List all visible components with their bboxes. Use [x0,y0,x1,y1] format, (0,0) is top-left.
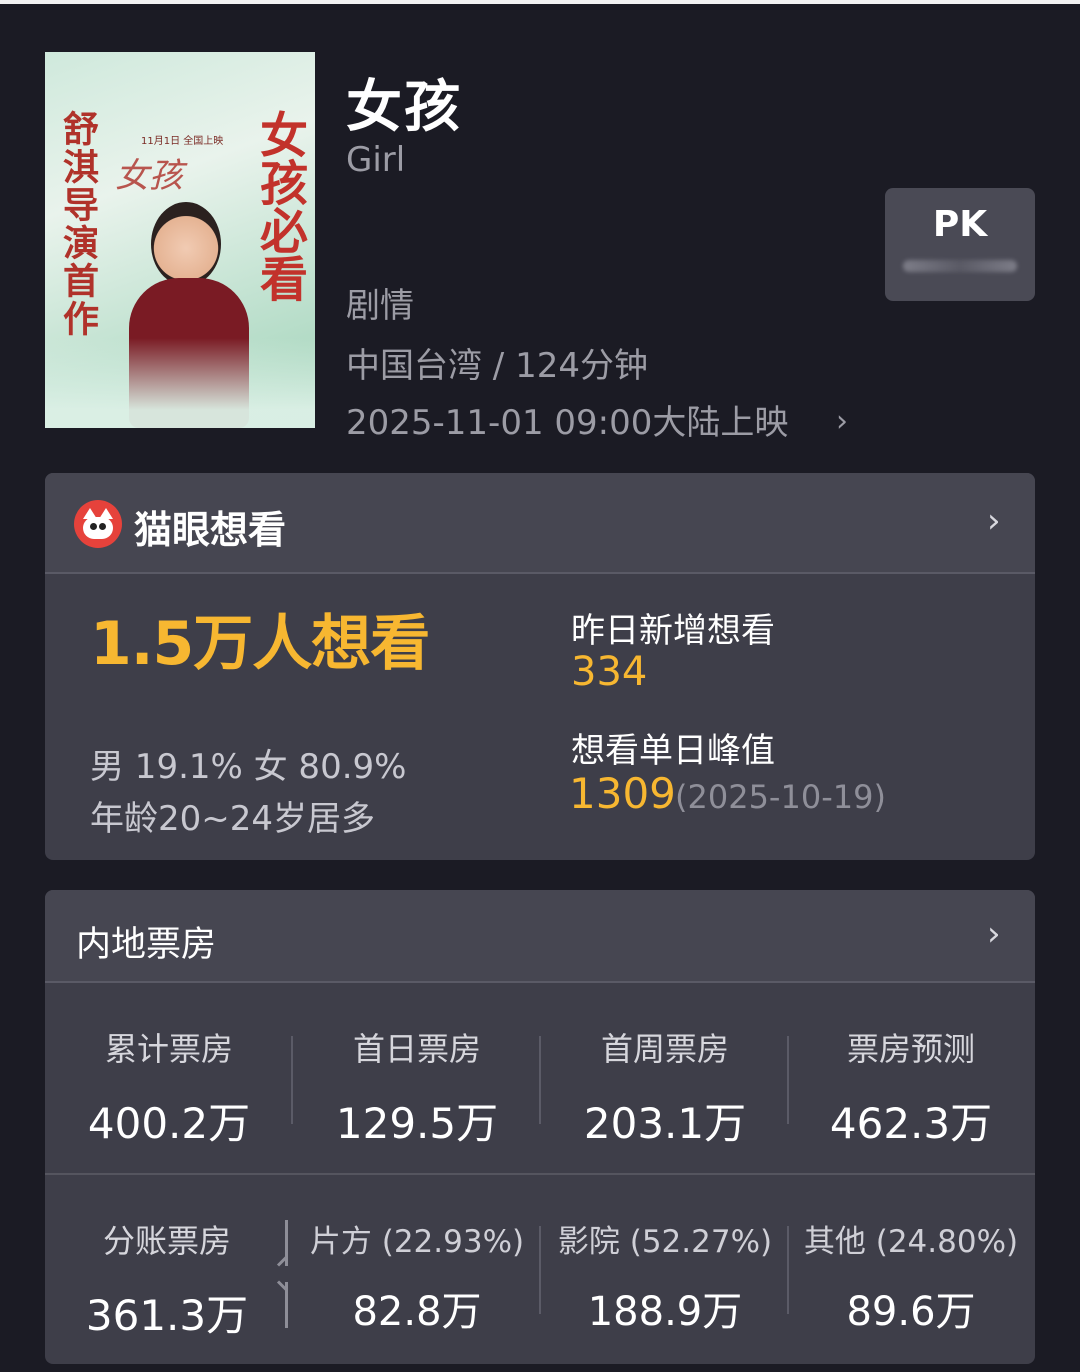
box-office-title: 内地票房 [76,925,217,965]
pk-button[interactable]: PK [885,188,1035,301]
daily-peak-label: 想看单日峰值 [571,731,775,771]
box-office-header[interactable]: 内地票房 › [45,890,1035,983]
poster-figure-head [151,202,221,286]
movie-region-runtime: 中国台湾 / 124分钟 [346,346,648,386]
stat-label: 片方 (22.93%) [309,1224,525,1260]
stat-label: 票房预测 [846,1030,975,1068]
stat-value: 203.1万 [583,1099,747,1148]
want-total: 1.5万人想看 [90,609,430,679]
movie-english-title: Girl [346,140,406,180]
chevron-right-icon[interactable]: › [987,501,1001,541]
stat-split-total: 分账票房 361.3万 [45,1216,289,1343]
stat-value: 188.9万 [587,1289,743,1335]
daily-peak-value: 1309 [569,769,676,818]
movie-title: 女孩 [346,75,462,140]
stat-value: 462.3万 [829,1099,993,1148]
stat-label: 首日票房 [352,1030,481,1068]
stat-first-week: 首周票房 203.1万 [541,1024,789,1151]
status-bar-line [0,0,1080,4]
stat-value: 82.8万 [352,1289,482,1335]
chevron-right-icon[interactable]: › [987,914,1001,954]
movie-poster[interactable]: 舒淇导演首作 11月1日 全国上映 女孩 女孩必看 [45,52,315,428]
poster-fade [45,338,315,428]
poster-right-text: 女孩必看 [251,110,307,302]
section-divider [45,1173,1035,1175]
stat-value: 361.3万 [85,1291,249,1340]
yesterday-new-value: 334 [571,649,648,695]
stat-label: 首周票房 [600,1030,729,1068]
gender-split: 男 19.1% 女 80.9% [90,747,407,787]
stat-cumulative: 累计票房 400.2万 [45,1024,293,1151]
stat-value: 89.6万 [846,1289,976,1335]
stat-label: 其他 (24.80%) [803,1224,1019,1260]
poster-script-title: 女孩 [115,156,183,196]
stat-label: 分账票房 [102,1222,231,1260]
stat-split-cinema: 影院 (52.27%) 188.9万 [541,1216,789,1337]
cat-logo-icon [74,500,122,548]
stat-label: 累计票房 [104,1030,233,1068]
poster-date-tag: 11月1日 全国上映 [141,136,224,147]
pk-blurred-subtext [903,260,1017,272]
stat-label: 影院 (52.27%) [557,1224,773,1260]
movie-release-date[interactable]: 2025-11-01 09:00大陆上映 [346,395,788,444]
want-card-header[interactable]: 猫眼想看 › [45,473,1035,574]
age-group: 年龄20~24岁居多 [90,799,376,839]
chevron-right-icon[interactable]: › [836,404,848,439]
pk-button-label: PK [932,204,988,245]
yesterday-new-label: 昨日新增想看 [571,611,775,651]
stat-value: 400.2万 [87,1099,251,1148]
stat-split-other: 其他 (24.80%) 89.6万 [787,1216,1035,1337]
stat-forecast: 票房预测 462.3万 [787,1024,1035,1151]
stat-first-day: 首日票房 129.5万 [293,1024,541,1151]
daily-peak-date: (2025-10-19) [675,778,886,816]
want-card-title: 猫眼想看 [134,508,287,552]
box-office-card: 内地票房 › 累计票房 400.2万 首日票房 129.5万 首周票房 203.… [45,890,1035,1364]
stat-value: 129.5万 [335,1099,499,1148]
movie-genre: 剧情 [346,286,414,326]
poster-left-text: 舒淇导演首作 [57,110,99,338]
stat-split-producer: 片方 (22.93%) 82.8万 [293,1216,541,1337]
want-to-see-card: 猫眼想看 › 1.5万人想看 男 19.1% 女 80.9% 年龄20~24岁居… [45,473,1035,860]
